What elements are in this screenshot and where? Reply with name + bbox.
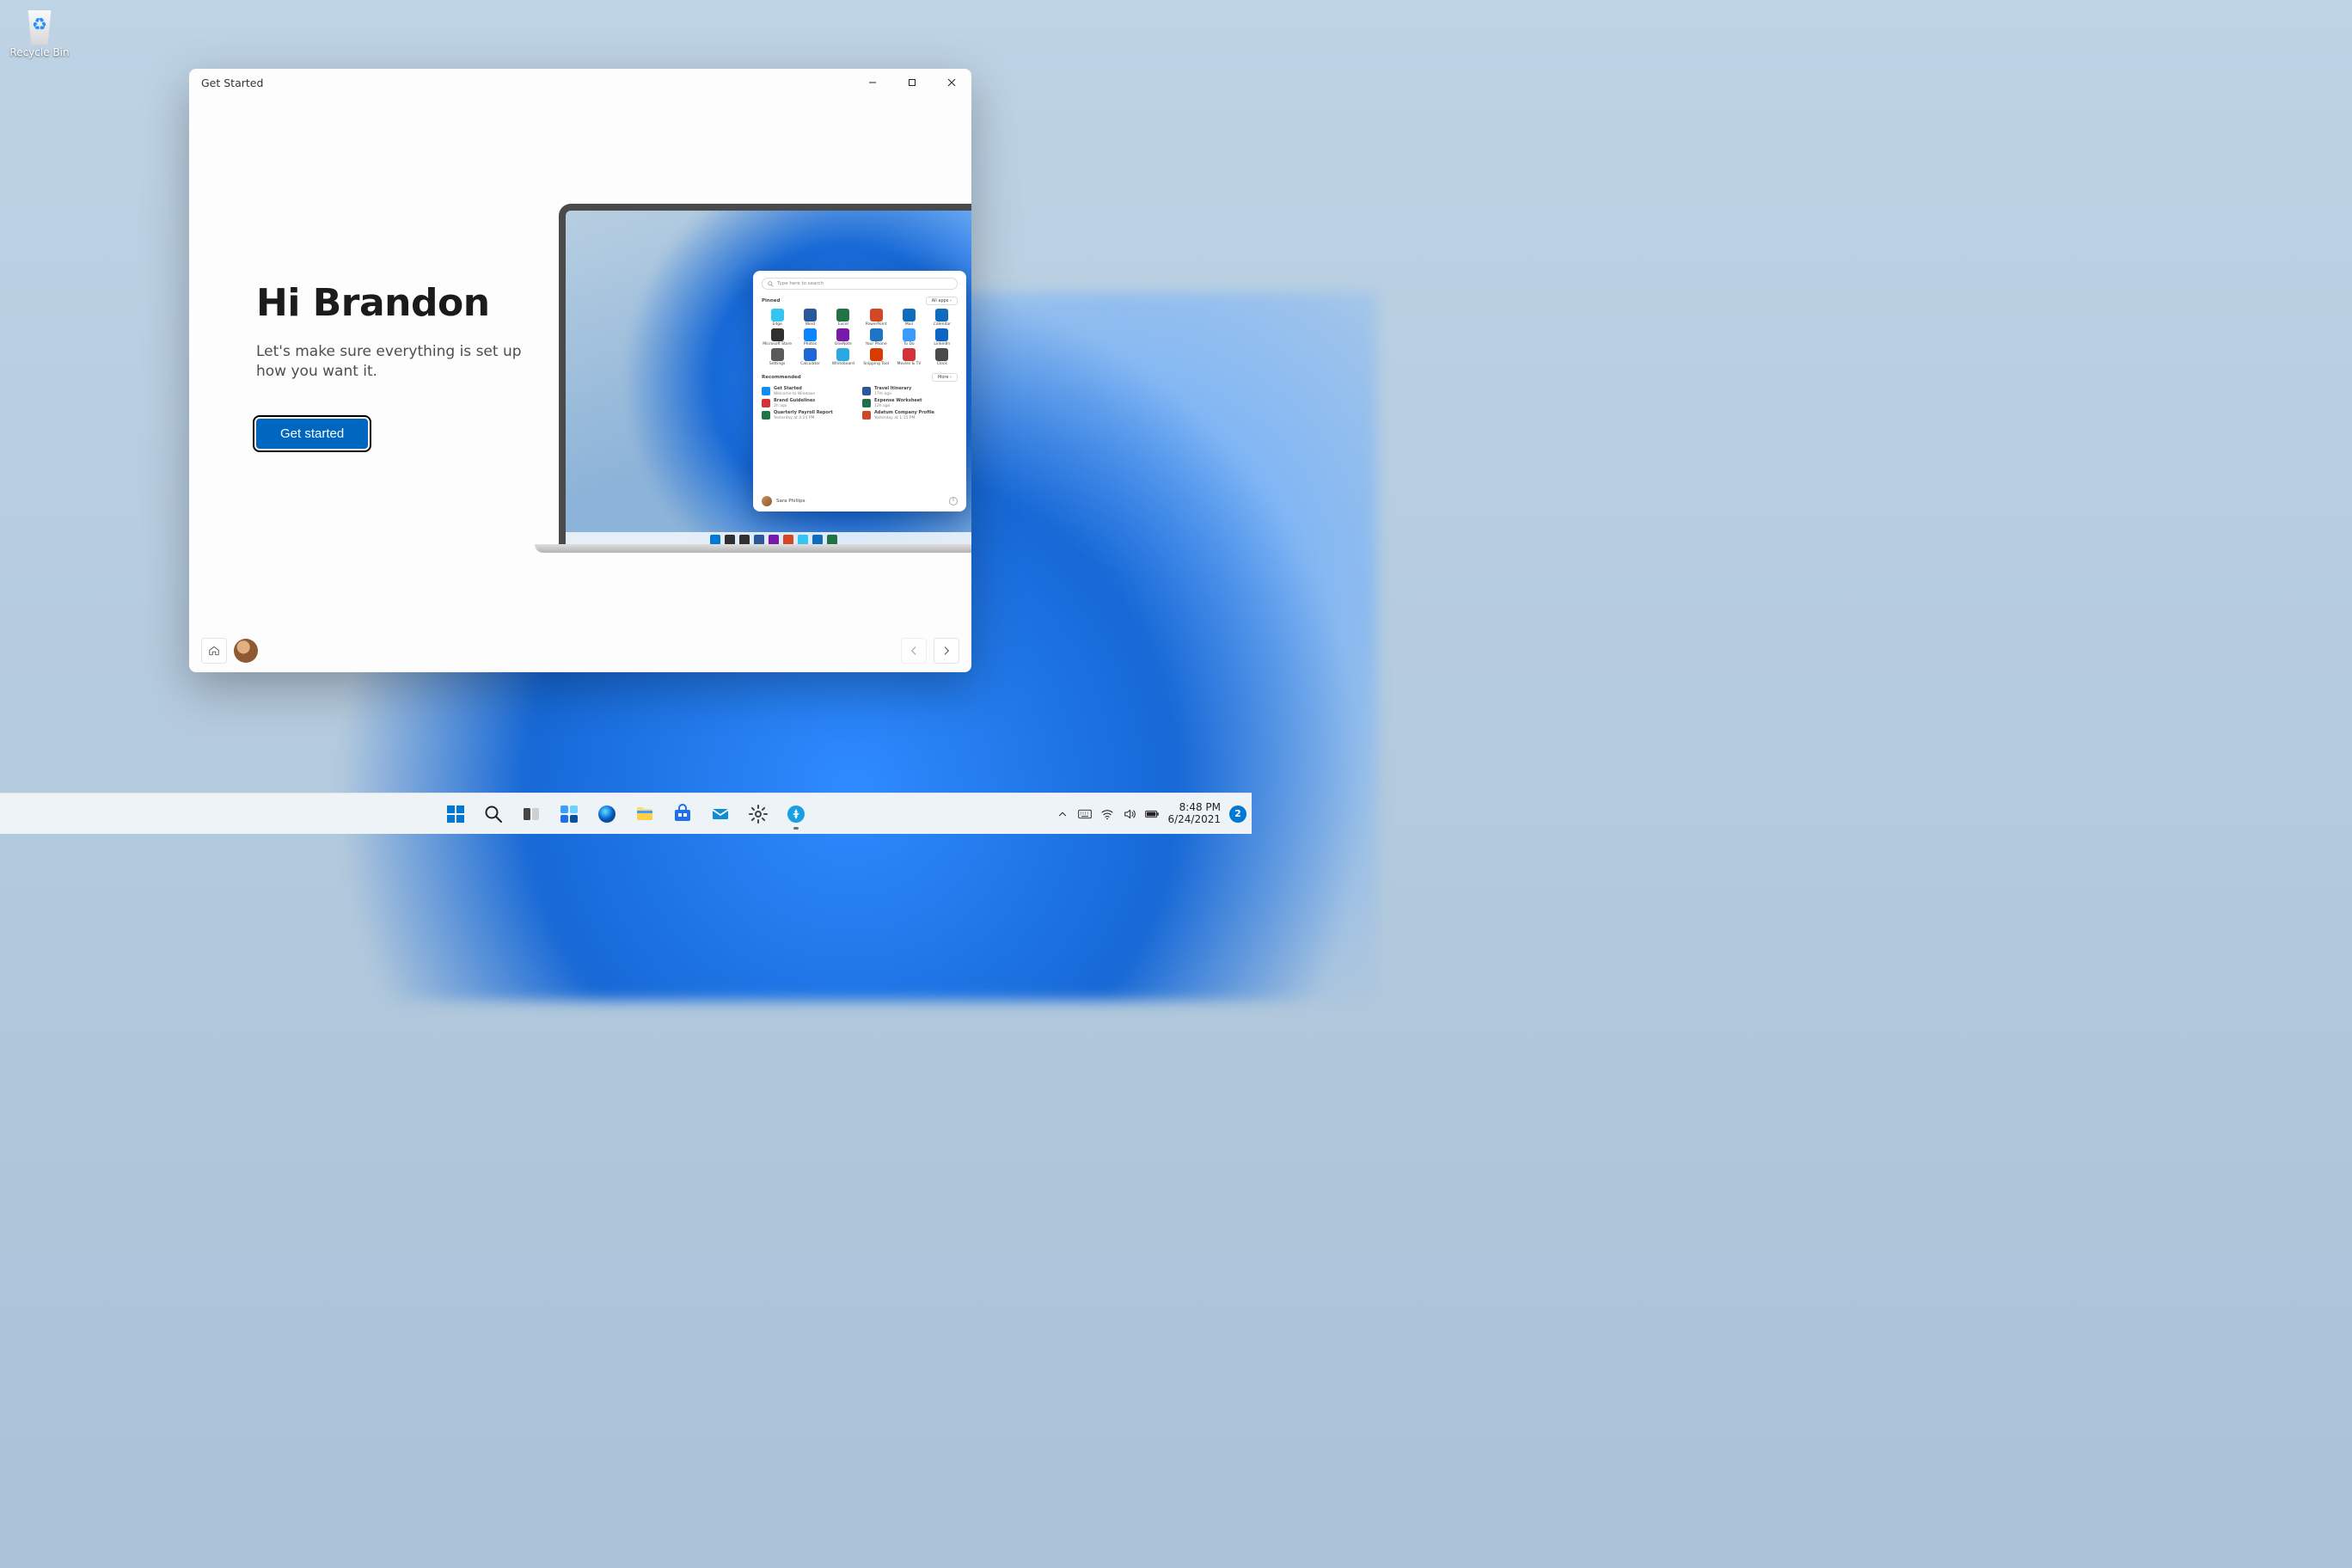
hero-pinned-app: Whiteboard <box>828 348 859 366</box>
taskbar-item-edge[interactable] <box>590 797 624 831</box>
taskbar-item-file-explorer[interactable] <box>628 797 662 831</box>
taskbar-item-widgets[interactable] <box>552 797 586 831</box>
hero-recommended-item: Travel Itinerary17m ago <box>862 387 958 396</box>
hero-recommended-item: Adatum Company ProfileYesterday at 1:15 … <box>862 411 958 420</box>
hero-pinned-app: PowerPoint <box>861 309 891 327</box>
hero-start-user-avatar <box>762 496 772 506</box>
greeting-heading: Hi Brandon <box>256 281 591 325</box>
window-maximize-button[interactable] <box>892 69 932 96</box>
clock-time: 8:48 PM <box>1179 802 1221 814</box>
hero-pinned-app: Photos <box>794 328 825 346</box>
hero-pinned-app: LinkedIn <box>927 328 958 346</box>
battery-icon[interactable] <box>1145 807 1159 821</box>
notification-badge[interactable]: 2 <box>1229 805 1246 823</box>
taskbar-item-start[interactable] <box>438 797 473 831</box>
hero-pinned-app: Excel <box>828 309 859 327</box>
taskbar: 8:48 PM 6/24/2021 2 <box>0 793 1252 834</box>
taskbar-item-get-started[interactable] <box>779 797 813 831</box>
desktop-icon-recycle-bin[interactable]: Recycle Bin <box>7 7 72 58</box>
hero-recommended-item: Expense Worksheet12h ago <box>862 399 958 408</box>
keyboard-icon[interactable] <box>1078 807 1092 821</box>
tray-overflow-chevron-icon[interactable] <box>1056 807 1069 821</box>
get-started-button[interactable]: Get started <box>256 419 368 449</box>
hero-start-search: Type here to search <box>762 278 958 290</box>
clock-date: 6/24/2021 <box>1167 814 1221 826</box>
window-close-button[interactable] <box>932 69 971 96</box>
greeting-subhead: Let's make sure everything is set up how… <box>256 342 523 383</box>
hero-start-menu: Type here to search Pinned All apps › Ed… <box>753 271 966 511</box>
hero-pinned-app: Microsoft Store <box>762 328 793 346</box>
user-avatar[interactable] <box>234 639 258 663</box>
taskbar-clock[interactable]: 8:48 PM 6/24/2021 <box>1167 802 1221 826</box>
hero-pinned-app: Calendar <box>927 309 958 327</box>
hero-laptop-frame: Type here to search Pinned All apps › Ed… <box>559 204 971 548</box>
recycle-bin-label: Recycle Bin <box>9 46 69 58</box>
hero-pinned-app: Your Phone <box>861 328 891 346</box>
hero-pinned-app: OneNote <box>828 328 859 346</box>
hero-pinned-app: Calculator <box>794 348 825 366</box>
hero-recommended-item: Quarterly Payroll ReportYesterday at 4:2… <box>762 411 857 420</box>
hero-start-power-icon <box>949 497 958 505</box>
hero-pinned-app: Edge <box>762 309 793 327</box>
hero-pinned-app: Word <box>794 309 825 327</box>
hero-pinned-app: Clock <box>927 348 958 366</box>
taskbar-item-settings[interactable] <box>741 797 775 831</box>
window-titlebar[interactable]: Get Started <box>189 69 971 96</box>
home-button[interactable] <box>201 638 227 664</box>
next-page-button[interactable] <box>934 638 959 664</box>
hero-pinned-app: Movies & TV <box>893 348 924 366</box>
taskbar-item-store[interactable] <box>665 797 700 831</box>
taskbar-item-search[interactable] <box>476 797 511 831</box>
hero-recommended-item: Get StartedWelcome to Windows <box>762 387 857 396</box>
volume-icon[interactable] <box>1123 807 1136 821</box>
wifi-icon[interactable] <box>1100 807 1114 821</box>
prev-page-button[interactable] <box>901 638 927 664</box>
hero-illustration: Type here to search Pinned All apps › Ed… <box>559 204 971 548</box>
hero-pinned-app: Settings <box>762 348 793 366</box>
taskbar-item-mail[interactable] <box>703 797 738 831</box>
window-title: Get Started <box>201 77 263 89</box>
hero-pinned-app: Mail <box>893 309 924 327</box>
get-started-window: Get Started Hi Brandon Let's make sure e… <box>189 69 971 672</box>
taskbar-item-task-view[interactable] <box>514 797 548 831</box>
hero-recommended-item: Brand Guidelines2h ago <box>762 399 857 408</box>
hero-pinned-app: To Do <box>893 328 924 346</box>
hero-pinned-app: Snipping Tool <box>861 348 891 366</box>
recycle-bin-icon <box>22 7 57 45</box>
window-minimize-button[interactable] <box>853 69 892 96</box>
system-tray: 8:48 PM 6/24/2021 2 <box>1056 802 1246 826</box>
